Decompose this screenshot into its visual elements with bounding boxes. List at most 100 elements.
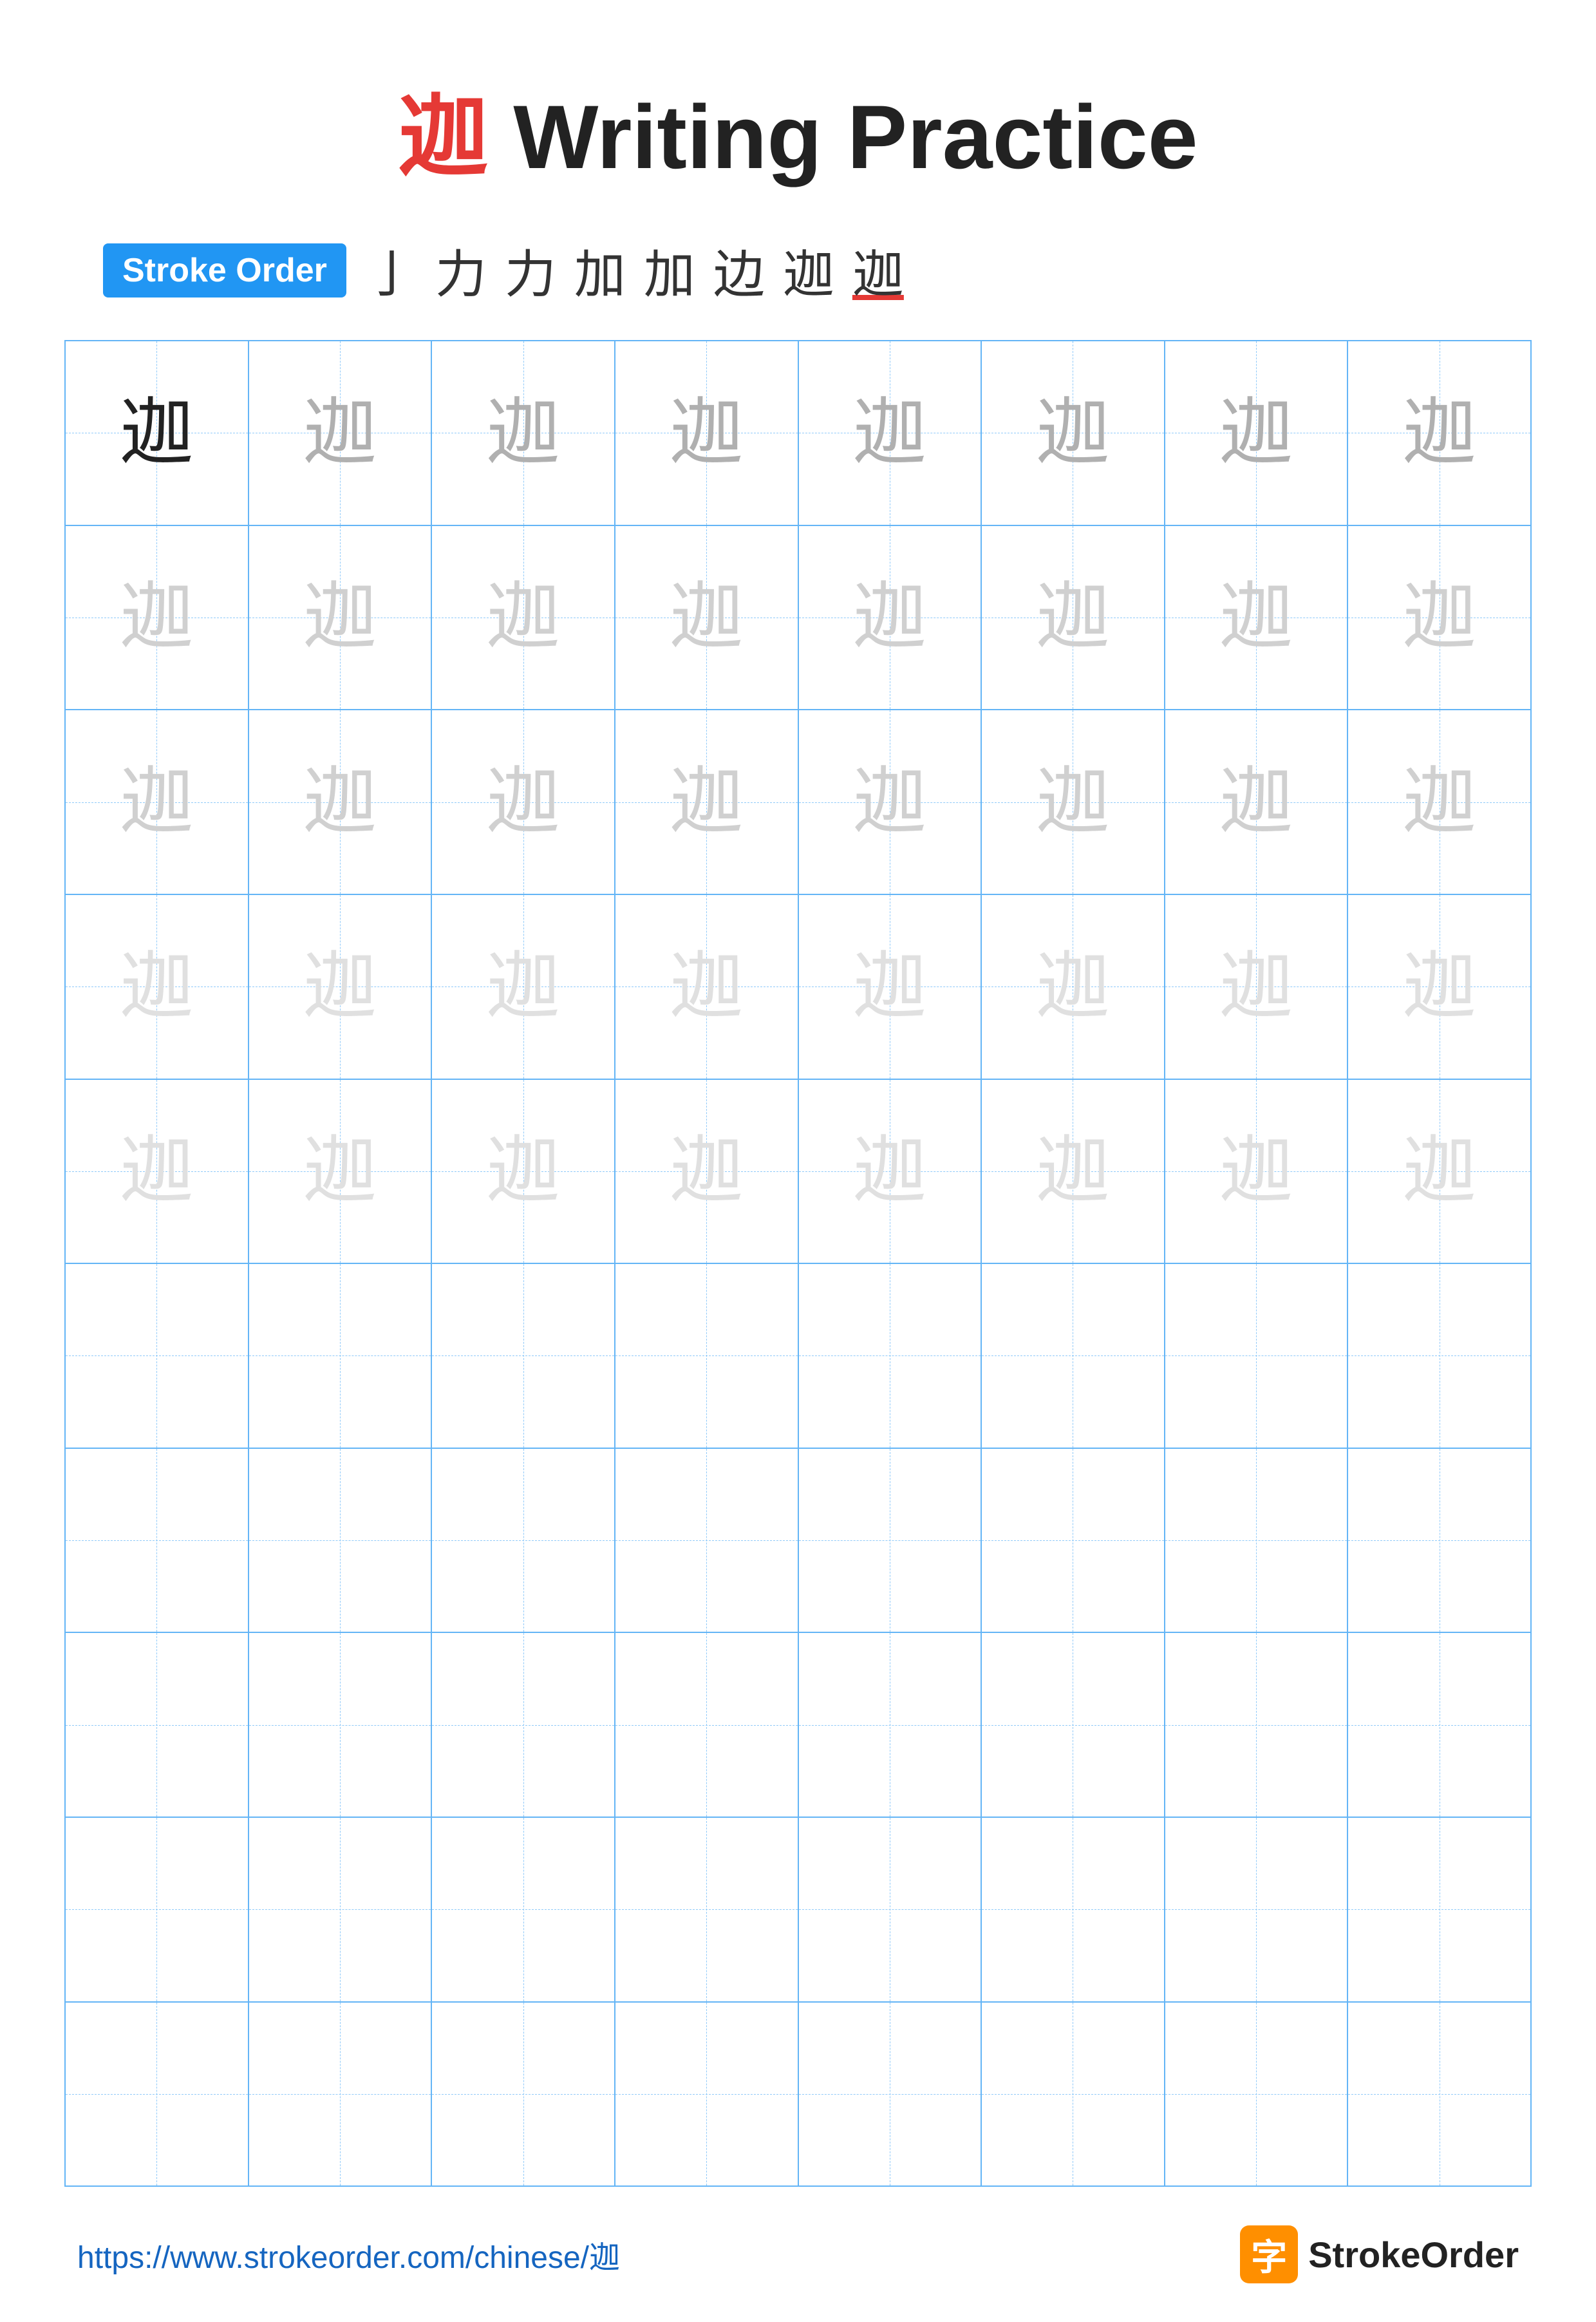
grid-row-1[interactable]: 迦迦迦迦迦迦迦迦	[66, 526, 1530, 711]
grid-cell-6-5[interactable]	[982, 1449, 1165, 1632]
grid-cell-5-2[interactable]	[432, 1264, 615, 1448]
grid-cell-0-5[interactable]: 迦	[982, 341, 1165, 525]
grid-row-5[interactable]	[66, 1264, 1530, 1449]
grid-cell-7-1[interactable]	[249, 1633, 433, 1817]
cell-character: 迦	[670, 1134, 744, 1208]
cell-character: 迦	[486, 950, 560, 1024]
grid-cell-5-4[interactable]	[799, 1264, 982, 1448]
stroke-chars: 亅 力 力 加 加 边 迦 迦	[366, 233, 904, 308]
grid-cell-6-7[interactable]	[1348, 1449, 1530, 1632]
grid-cell-1-1[interactable]: 迦	[249, 526, 433, 710]
grid-cell-2-1[interactable]: 迦	[249, 710, 433, 894]
grid-cell-5-7[interactable]	[1348, 1264, 1530, 1448]
grid-cell-8-1[interactable]	[249, 1818, 433, 2001]
grid-cell-9-5[interactable]	[982, 2003, 1165, 2186]
grid-cell-9-0[interactable]	[66, 2003, 249, 2186]
grid-cell-0-6[interactable]: 迦	[1165, 341, 1349, 525]
grid-cell-9-4[interactable]	[799, 2003, 982, 2186]
grid-cell-1-3[interactable]: 迦	[615, 526, 799, 710]
grid-cell-6-2[interactable]	[432, 1449, 615, 1632]
grid-cell-3-4[interactable]: 迦	[799, 895, 982, 1079]
grid-cell-5-5[interactable]	[982, 1264, 1165, 1448]
grid-cell-7-6[interactable]	[1165, 1633, 1349, 1817]
grid-cell-4-6[interactable]: 迦	[1165, 1080, 1349, 1263]
grid-cell-3-2[interactable]: 迦	[432, 895, 615, 1079]
grid-cell-9-6[interactable]	[1165, 2003, 1349, 2186]
grid-cell-2-4[interactable]: 迦	[799, 710, 982, 894]
grid-cell-3-0[interactable]: 迦	[66, 895, 249, 1079]
grid-cell-3-7[interactable]: 迦	[1348, 895, 1530, 1079]
cell-character: 迦	[303, 1134, 377, 1208]
grid-cell-1-0[interactable]: 迦	[66, 526, 249, 710]
cell-character: 迦	[1219, 396, 1293, 470]
grid-row-8[interactable]	[66, 1818, 1530, 2003]
grid-cell-0-1[interactable]: 迦	[249, 341, 433, 525]
grid-cell-7-2[interactable]	[432, 1633, 615, 1817]
grid-row-0[interactable]: 迦迦迦迦迦迦迦迦	[66, 341, 1530, 526]
cell-character: 迦	[120, 1134, 194, 1208]
grid-cell-6-1[interactable]	[249, 1449, 433, 1632]
grid-cell-1-4[interactable]: 迦	[799, 526, 982, 710]
grid-cell-1-2[interactable]: 迦	[432, 526, 615, 710]
stroke-4: 加	[574, 233, 626, 308]
grid-cell-4-1[interactable]: 迦	[249, 1080, 433, 1263]
grid-cell-8-4[interactable]	[799, 1818, 982, 2001]
grid-cell-2-0[interactable]: 迦	[66, 710, 249, 894]
grid-cell-1-5[interactable]: 迦	[982, 526, 1165, 710]
grid-cell-5-0[interactable]	[66, 1264, 249, 1448]
cell-character: 迦	[852, 1134, 926, 1208]
grid-cell-2-2[interactable]: 迦	[432, 710, 615, 894]
grid-cell-9-2[interactable]	[432, 2003, 615, 2186]
grid-row-4[interactable]: 迦迦迦迦迦迦迦迦	[66, 1080, 1530, 1265]
grid-cell-6-0[interactable]	[66, 1449, 249, 1632]
grid-cell-0-2[interactable]: 迦	[432, 341, 615, 525]
grid-cell-1-7[interactable]: 迦	[1348, 526, 1530, 710]
footer-url[interactable]: https://www.strokeorder.com/chinese/迦	[77, 2232, 620, 2277]
grid-row-6[interactable]	[66, 1449, 1530, 1634]
grid-row-9[interactable]	[66, 2003, 1530, 2186]
grid-cell-3-5[interactable]: 迦	[982, 895, 1165, 1079]
grid-cell-8-3[interactable]	[615, 1818, 799, 2001]
grid-cell-4-4[interactable]: 迦	[799, 1080, 982, 1263]
grid-row-3[interactable]: 迦迦迦迦迦迦迦迦	[66, 895, 1530, 1080]
grid-cell-9-3[interactable]	[615, 2003, 799, 2186]
stroke-8: 迦	[852, 233, 904, 308]
grid-cell-7-7[interactable]	[1348, 1633, 1530, 1817]
grid-cell-5-3[interactable]	[615, 1264, 799, 1448]
grid-cell-0-0[interactable]: 迦	[66, 341, 249, 525]
grid-cell-7-0[interactable]	[66, 1633, 249, 1817]
grid-cell-2-5[interactable]: 迦	[982, 710, 1165, 894]
grid-cell-5-6[interactable]	[1165, 1264, 1349, 1448]
grid-cell-2-7[interactable]: 迦	[1348, 710, 1530, 894]
grid-cell-6-3[interactable]	[615, 1449, 799, 1632]
grid-cell-6-6[interactable]	[1165, 1449, 1349, 1632]
grid-cell-7-3[interactable]	[615, 1633, 799, 1817]
grid-cell-5-1[interactable]	[249, 1264, 433, 1448]
grid-cell-1-6[interactable]: 迦	[1165, 526, 1349, 710]
grid-cell-4-2[interactable]: 迦	[432, 1080, 615, 1263]
grid-cell-9-7[interactable]	[1348, 2003, 1530, 2186]
grid-cell-9-1[interactable]	[249, 2003, 433, 2186]
grid-row-2[interactable]: 迦迦迦迦迦迦迦迦	[66, 710, 1530, 895]
grid-cell-4-3[interactable]: 迦	[615, 1080, 799, 1263]
grid-cell-2-6[interactable]: 迦	[1165, 710, 1349, 894]
grid-cell-8-2[interactable]	[432, 1818, 615, 2001]
grid-cell-2-3[interactable]: 迦	[615, 710, 799, 894]
grid-cell-0-7[interactable]: 迦	[1348, 341, 1530, 525]
grid-cell-3-1[interactable]: 迦	[249, 895, 433, 1079]
grid-cell-3-3[interactable]: 迦	[615, 895, 799, 1079]
grid-cell-8-7[interactable]	[1348, 1818, 1530, 2001]
grid-cell-7-4[interactable]	[799, 1633, 982, 1817]
grid-cell-8-0[interactable]	[66, 1818, 249, 2001]
grid-cell-6-4[interactable]	[799, 1449, 982, 1632]
grid-row-7[interactable]	[66, 1633, 1530, 1818]
grid-cell-4-5[interactable]: 迦	[982, 1080, 1165, 1263]
grid-cell-3-6[interactable]: 迦	[1165, 895, 1349, 1079]
grid-cell-4-0[interactable]: 迦	[66, 1080, 249, 1263]
grid-cell-4-7[interactable]: 迦	[1348, 1080, 1530, 1263]
grid-cell-8-6[interactable]	[1165, 1818, 1349, 2001]
grid-cell-0-3[interactable]: 迦	[615, 341, 799, 525]
grid-cell-0-4[interactable]: 迦	[799, 341, 982, 525]
grid-cell-7-5[interactable]	[982, 1633, 1165, 1817]
grid-cell-8-5[interactable]	[982, 1818, 1165, 2001]
